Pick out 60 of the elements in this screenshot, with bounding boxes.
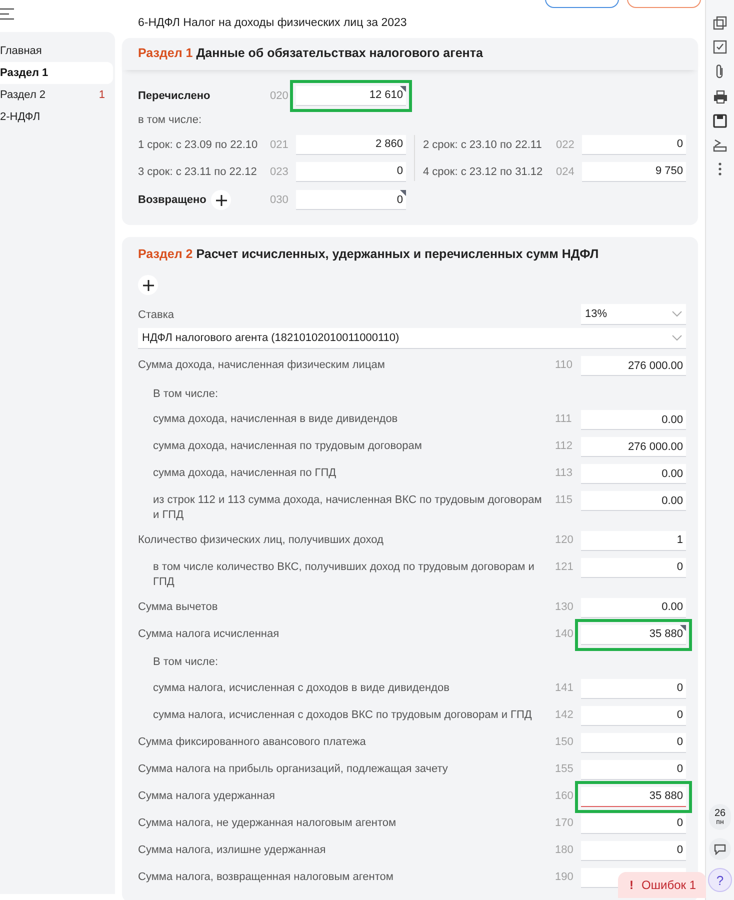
line-code: 021 (270, 138, 290, 150)
field-label: 2 срок: с 23.10 по 22.11 (423, 138, 543, 150)
line-code: 190 (555, 870, 574, 885)
line-code: 141 (555, 680, 574, 696)
line-code: 121 (555, 560, 574, 575)
line-code: 120 (555, 532, 574, 548)
field-label: сумма налога, исчисленная с доходов в виде дивидендов (152, 680, 450, 696)
line-code: 170 (555, 816, 574, 831)
error-count-label: Ошибок 1 (642, 878, 696, 892)
line-code: 130 (555, 600, 574, 615)
field-label: сумма дохода, начисленная в виде дивидендов (152, 412, 399, 427)
line-code: 020 (270, 90, 290, 102)
line-code: 115 (555, 493, 574, 508)
line-code: 160 (555, 788, 574, 804)
line-code: 113 (555, 466, 574, 481)
field-label: 3 срок: с 23.11 по 22.12 (138, 166, 258, 178)
field-label: Возвращено (138, 194, 206, 206)
line-code: 022 (556, 138, 576, 150)
field-label: Сумма налога на прибыль организаций, подлежащая зачету (138, 762, 449, 777)
field-label: сумма дохода, начисленная по ГПД (152, 466, 338, 481)
field-label: 4 срок: с 23.12 по 31.12 (423, 166, 544, 178)
error-count: 1 (98, 89, 105, 101)
line-code: 024 (556, 166, 576, 178)
field-label: Сумма фиксированного авансового платежа (138, 734, 367, 750)
line-code: 112 (555, 439, 574, 454)
field-label: Сумма налога исчисленная (138, 626, 280, 642)
sidebar-item-label: Раздел 2 (0, 89, 46, 101)
line-code: 023 (270, 166, 290, 178)
sidebar-item-label: 2-НДФЛ (0, 111, 40, 123)
subtitle: В том числе: (153, 388, 218, 400)
field-label: из строк 112 и 113 сумма дохода, начисленная ВКС по трудовым договорам и ГПД (152, 493, 543, 524)
sidebar-item-label: Главная (0, 45, 42, 57)
field-label: Сумма налога, не удержанная налоговым агентом (138, 816, 398, 831)
line-code: 155 (555, 762, 574, 777)
field-label: Сумма налога, излишне удержанная (138, 842, 327, 858)
field-label: сумма дохода, начисленная по трудовым договорам (152, 439, 423, 454)
field-label: Сумма налога удержанная (138, 788, 276, 804)
subtitle: в том числе: (138, 114, 202, 126)
sidebar-item-label: Раздел 1 (0, 67, 48, 79)
section-title: Раздел 2 Расчет исчисленных, удержанных и перечисленных сумм НДФЛ (138, 246, 600, 263)
field-label: Перечислено (138, 90, 212, 102)
field-label: Сумма дохода, начисленная физическим лицам (138, 358, 386, 373)
warning-icon: ! (630, 878, 634, 892)
field-label: Сумма налога, возвращенная налоговым агентом (138, 870, 394, 885)
field-label: сумма налога, исчисленная с доходов ВКС по трудовым договорам и ГПД (152, 708, 533, 723)
line-code: 180 (555, 842, 574, 858)
line-code: 150 (555, 734, 574, 750)
field-label: Сумма вычетов (138, 600, 219, 615)
section-title: Раздел 1 Данные об обязательствах налогового агента (122, 38, 698, 70)
line-code: 140 (555, 626, 574, 642)
field-label: Количество физических лиц, получивших доход (138, 532, 384, 548)
document-title: 6-НДФЛ Налог на доходы физических лиц за 2023 (138, 17, 407, 29)
field-label: 1 срок: с 23.09 по 22.10 (138, 138, 259, 150)
subtitle: В том числе: (153, 656, 218, 668)
field-label: Ставка (138, 308, 174, 320)
field-label: в том числе количество ВКС, получивших доход по трудовым договорам и ГПД (152, 560, 536, 590)
line-code: 110 (555, 358, 574, 373)
line-code: 030 (270, 194, 290, 206)
line-code: 111 (555, 412, 573, 427)
line-code: 142 (555, 708, 574, 723)
